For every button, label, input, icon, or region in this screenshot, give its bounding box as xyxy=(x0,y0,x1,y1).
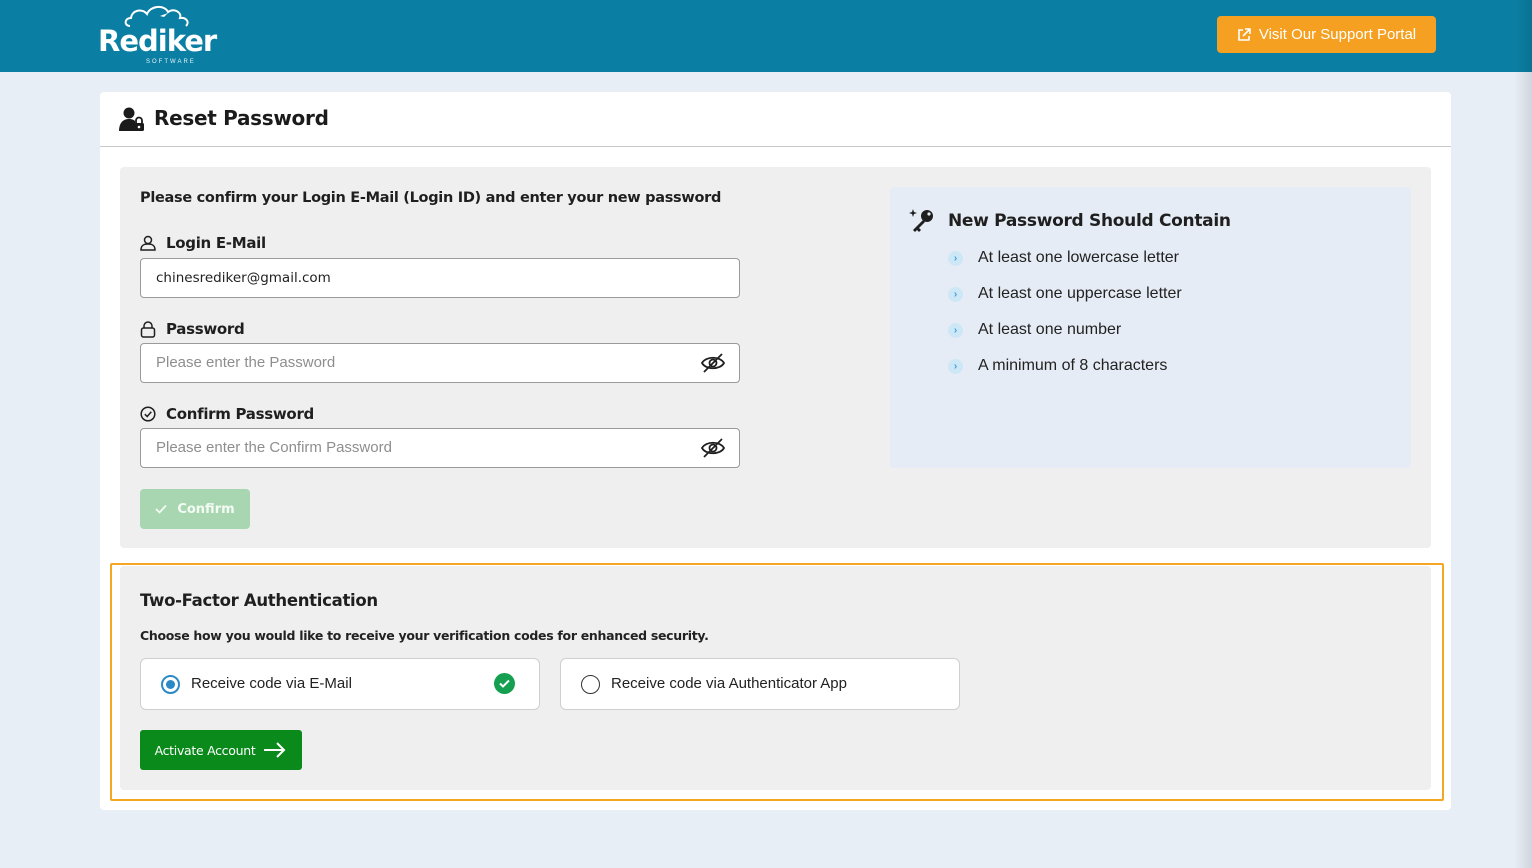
email-field[interactable] xyxy=(140,258,740,298)
card-header: Reset Password xyxy=(100,92,1451,147)
eye-slash-icon[interactable] xyxy=(700,437,726,459)
lock-icon xyxy=(140,320,156,338)
two-factor-title: Two-Factor Authentication xyxy=(140,591,378,610)
password-rules-panel: New Password Should Contain › At least o… xyxy=(890,187,1411,468)
arrow-right-icon: › xyxy=(948,322,963,338)
confirm-button[interactable]: Confirm xyxy=(140,489,250,529)
confirm-password-label: Confirm Password xyxy=(140,405,314,423)
password-label: Password xyxy=(140,320,245,338)
scrollbar-edge xyxy=(1514,0,1532,868)
logo-subtext: SOFTWARE xyxy=(146,59,196,65)
logo-text: Rediker xyxy=(98,24,217,58)
arrow-right-icon: › xyxy=(948,358,963,374)
password-label-text: Password xyxy=(166,320,245,338)
confirm-password-field[interactable] xyxy=(140,428,740,468)
magic-key-icon xyxy=(909,209,933,232)
arrow-right-icon xyxy=(264,742,286,758)
check-icon xyxy=(155,504,167,514)
user-icon xyxy=(140,235,156,251)
rule-text: At least one number xyxy=(978,321,1122,338)
rule-item: › A minimum of 8 characters xyxy=(948,357,1167,375)
radio-email[interactable] xyxy=(161,675,180,694)
top-bar: Rediker SOFTWARE Visit Our Support Porta… xyxy=(0,0,1532,72)
activate-account-label: Activate Account xyxy=(154,742,256,758)
external-link-icon xyxy=(1238,27,1251,41)
arrow-right-icon: › xyxy=(948,286,963,302)
option-authenticator-label: Receive code via Authenticator App xyxy=(611,675,847,692)
password-form-panel: Please confirm your Login E-Mail (Login … xyxy=(120,167,1431,548)
option-email-label: Receive code via E-Mail xyxy=(191,675,352,692)
activate-account-button[interactable]: Activate Account xyxy=(140,730,302,770)
radio-authenticator-app[interactable] xyxy=(581,675,600,694)
user-lock-icon xyxy=(119,107,144,131)
reset-password-card: Reset Password Please confirm your Login… xyxy=(100,92,1451,810)
support-portal-label: Visit Our Support Portal xyxy=(1258,26,1417,43)
confirm-password-label-text: Confirm Password xyxy=(166,405,314,423)
support-portal-button[interactable]: Visit Our Support Portal xyxy=(1217,16,1436,53)
rediker-logo[interactable]: Rediker SOFTWARE xyxy=(98,4,217,66)
rules-title: New Password Should Contain xyxy=(948,211,1231,231)
rule-text: At least one lowercase letter xyxy=(978,249,1179,266)
form-intro: Please confirm your Login E-Mail (Login … xyxy=(140,190,722,206)
email-label: Login E-Mail xyxy=(140,234,266,252)
rule-text: A minimum of 8 characters xyxy=(978,357,1168,374)
rule-item: › At least one uppercase letter xyxy=(948,285,1182,303)
eye-slash-icon[interactable] xyxy=(700,352,726,374)
two-factor-description: Choose how you would like to receive you… xyxy=(140,628,709,643)
email-label-text: Login E-Mail xyxy=(166,234,266,252)
confirm-button-label: Confirm xyxy=(177,501,235,517)
password-field[interactable] xyxy=(140,343,740,383)
rule-item: › At least one number xyxy=(948,321,1121,339)
check-circle-icon xyxy=(494,673,515,694)
rule-text: At least one uppercase letter xyxy=(978,285,1182,302)
two-factor-panel: Two-Factor Authentication Choose how you… xyxy=(120,566,1431,790)
option-email[interactable]: Receive code via E-Mail xyxy=(140,658,540,710)
circle-check-icon xyxy=(140,406,156,422)
page-title: Reset Password xyxy=(154,106,329,130)
rule-item: › At least one lowercase letter xyxy=(948,249,1179,267)
option-authenticator-app[interactable]: Receive code via Authenticator App xyxy=(560,658,960,710)
arrow-right-icon: › xyxy=(948,250,963,266)
